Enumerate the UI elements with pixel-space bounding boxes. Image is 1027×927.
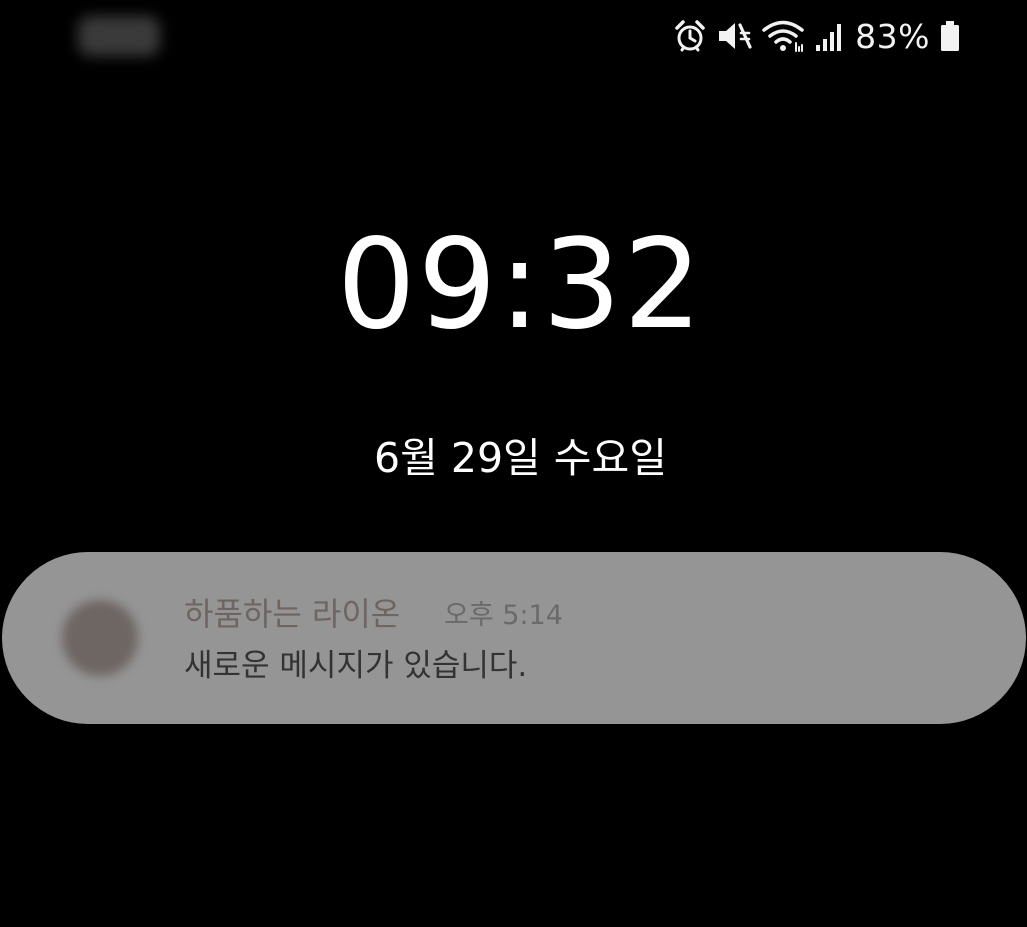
wifi-icon	[761, 19, 805, 53]
alarm-icon	[673, 19, 707, 53]
status-bar: 83%	[0, 0, 1027, 70]
signal-icon	[814, 19, 844, 53]
lockscreen-date: 6월 29일 수요일	[374, 434, 667, 482]
battery-percent: 83%	[855, 16, 930, 56]
notification-time: 오후 5:14	[444, 600, 563, 631]
lockscreen-clock: 09:32	[336, 213, 705, 357]
battery-icon	[939, 19, 961, 53]
status-icons: 83%	[673, 14, 961, 58]
carrier-label	[78, 16, 160, 56]
notification-card[interactable]: 하품하는 라이온 오후 5:14 새로운 메시지가 있습니다.	[2, 552, 1026, 724]
notification-sender: 하품하는 라이온	[184, 595, 401, 633]
mute-icon	[716, 19, 752, 53]
notification-message: 새로운 메시지가 있습니다.	[184, 648, 528, 684]
sender-avatar	[62, 600, 138, 676]
